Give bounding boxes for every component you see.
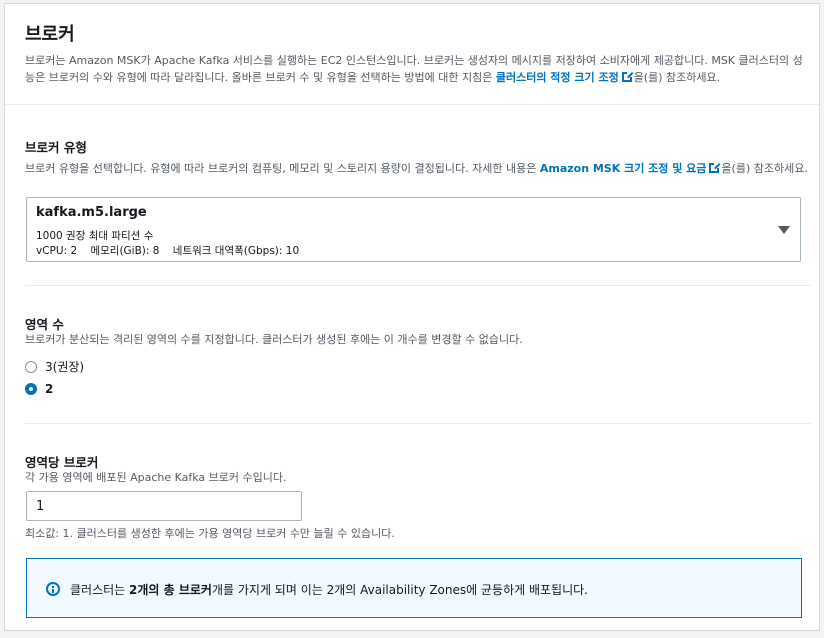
broker-type-select[interactable]: kafka.m5.large 1000 권장 최대 파티션 수 vCPU: 2 …: [26, 197, 801, 262]
broker-type-description-text: 브로커 유형을 선택합니다. 유형에 따라 브로커의 컴퓨팅, 메모리 및 스토…: [25, 162, 540, 175]
broker-type-partitions: 1000 권장 최대 파티션 수: [36, 230, 154, 242]
panel-header: 브로커 브로커는 Amazon MSK가 Apache Kafka 서비스를 실…: [5, 4, 819, 105]
right-sizing-link[interactable]: 클러스터의 적정 크기 조정: [496, 71, 619, 84]
broker-type-label: 브로커 유형: [25, 140, 87, 155]
section-divider: [25, 285, 811, 286]
broker-type-description: 브로커 유형을 선택합니다. 유형에 따라 브로커의 컴퓨팅, 메모리 및 스토…: [25, 161, 810, 177]
zones-option-3[interactable]: 3(권장): [25, 358, 84, 375]
zones-option-3-label: 3(권장): [45, 360, 85, 374]
brokers-per-zone-label: 영역당 브로커: [25, 455, 99, 470]
brokers-per-zone-description: 각 가용 영역에 배포된 Apache Kafka 브로커 수입니다.: [25, 471, 287, 484]
external-link-icon: [621, 71, 633, 82]
panel-description-suffix: 을(를) 참조하세요.: [633, 71, 721, 84]
broker-type-description-suffix: 을(를) 참조하세요.: [721, 162, 808, 175]
zones-label: 영역 수: [25, 317, 64, 332]
caret-down-icon: [778, 226, 790, 234]
radio-unselected-icon: [25, 360, 37, 373]
broker-type-specs: vCPU: 2 메모리(GiB): 8 네트워크 대역폭(Gbps): 10: [36, 245, 300, 257]
broker-type-selected-value: kafka.m5.large: [36, 205, 147, 220]
zones-option-2-label: 2: [45, 382, 54, 396]
zones-description: 브로커가 분산되는 격리된 영역의 수를 지정합니다. 클러스터가 생성된 후에…: [25, 333, 523, 346]
panel-title: 브로커: [25, 24, 75, 45]
radio-selected-icon: [25, 383, 37, 395]
brokers-per-zone-input[interactable]: [26, 491, 302, 521]
section-divider: [25, 423, 811, 424]
panel-description: 브로커는 Amazon MSK가 Apache Kafka 서비스를 실행하는 …: [25, 52, 810, 86]
zones-option-2[interactable]: 2: [25, 382, 53, 396]
info-alert: 클러스터는 2개의 총 브로커개를 가지게 되며 이는 2개의 Availabi…: [26, 558, 802, 618]
info-icon: [46, 582, 60, 596]
info-alert-text: 클러스터는 2개의 총 브로커개를 가지게 되며 이는 2개의 Availabi…: [70, 581, 588, 598]
brokers-panel: 브로커 브로커는 Amazon MSK가 Apache Kafka 서비스를 실…: [4, 3, 820, 631]
external-link-icon: [709, 162, 721, 173]
brokers-per-zone-constraint: 최소값: 1. 클러스터를 생성한 후에는 가용 영역당 브로커 수만 늘릴 수…: [25, 527, 395, 540]
alert-total-brokers: 2개의 총 브로커: [129, 583, 212, 597]
alert-text-suffix: 개를 가지게 되며 이는 2개의 Availability Zones에 균등하…: [211, 583, 588, 597]
alert-text-prefix: 클러스터는: [70, 583, 130, 597]
msk-pricing-link[interactable]: Amazon MSK 크기 조정 및 요금: [540, 162, 707, 175]
